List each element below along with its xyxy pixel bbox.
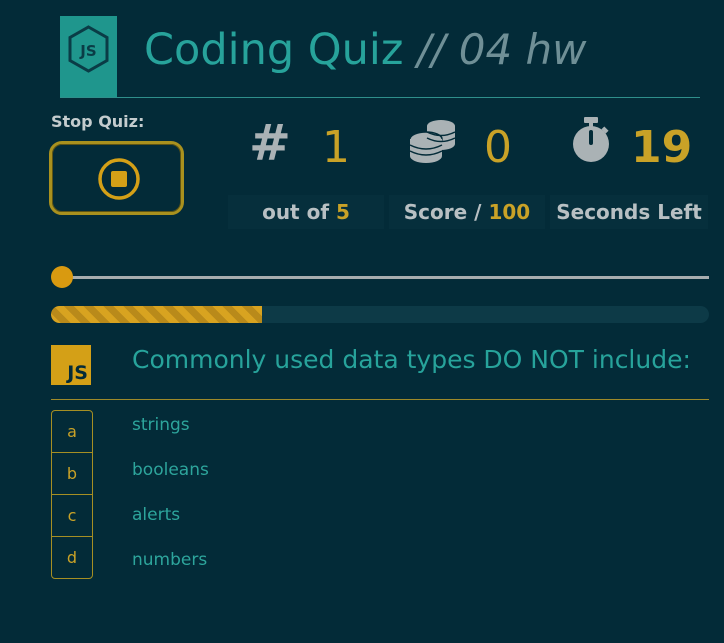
seconds-left-value: 19 [631,122,693,173]
progress-bar-fill [51,306,262,323]
score-label: Score / [403,200,482,224]
choice-b-text[interactable]: booleans [132,460,209,480]
stopwatch-icon [573,117,609,162]
svg-text:JS: JS [79,42,96,60]
question-number-icon: # [249,114,291,172]
seconds-left-box: Seconds Left [550,195,708,229]
stop-circle-icon [98,158,140,200]
nodejs-logo-icon: JS [60,16,117,98]
out-of-box: out of 5 [228,195,384,229]
quiz-slider-thumb[interactable] [51,266,73,288]
choice-b-button[interactable]: b [52,453,92,495]
out-of-value: 5 [336,200,350,224]
score-value: 0 [484,122,512,173]
seconds-left-label: Seconds Left [556,200,702,224]
choice-letters: a b c d [51,410,93,579]
quiz-slider-track[interactable] [62,276,709,279]
stop-quiz-label: Stop Quiz: [51,112,145,131]
score-box: Score / 100 [389,195,545,229]
choice-d-button[interactable]: d [52,537,92,578]
progress-bar [51,306,709,323]
js-badge-icon: JS [51,345,91,385]
title-text: Coding Quiz [144,25,404,75]
choice-a-button[interactable]: a [52,411,92,453]
page-title: Coding Quiz // 04 hw [144,24,587,76]
choice-c-text[interactable]: alerts [132,505,180,525]
question-number: 1 [322,122,350,173]
score-max: 100 [488,200,531,224]
question-divider [51,399,709,400]
hexagon-js-icon: JS [68,25,109,73]
title-subtitle: // 04 hw [417,25,587,74]
stop-quiz-button[interactable] [49,141,184,215]
question-text: Commonly used data types DO NOT include: [132,345,691,374]
header-divider [60,97,700,98]
choice-a-text[interactable]: strings [132,415,190,435]
js-badge-text: JS [67,362,88,384]
coins-stack-icon [409,120,456,163]
choice-d-text[interactable]: numbers [132,550,207,570]
choice-c-button[interactable]: c [52,495,92,537]
out-of-label: out of [262,200,330,224]
